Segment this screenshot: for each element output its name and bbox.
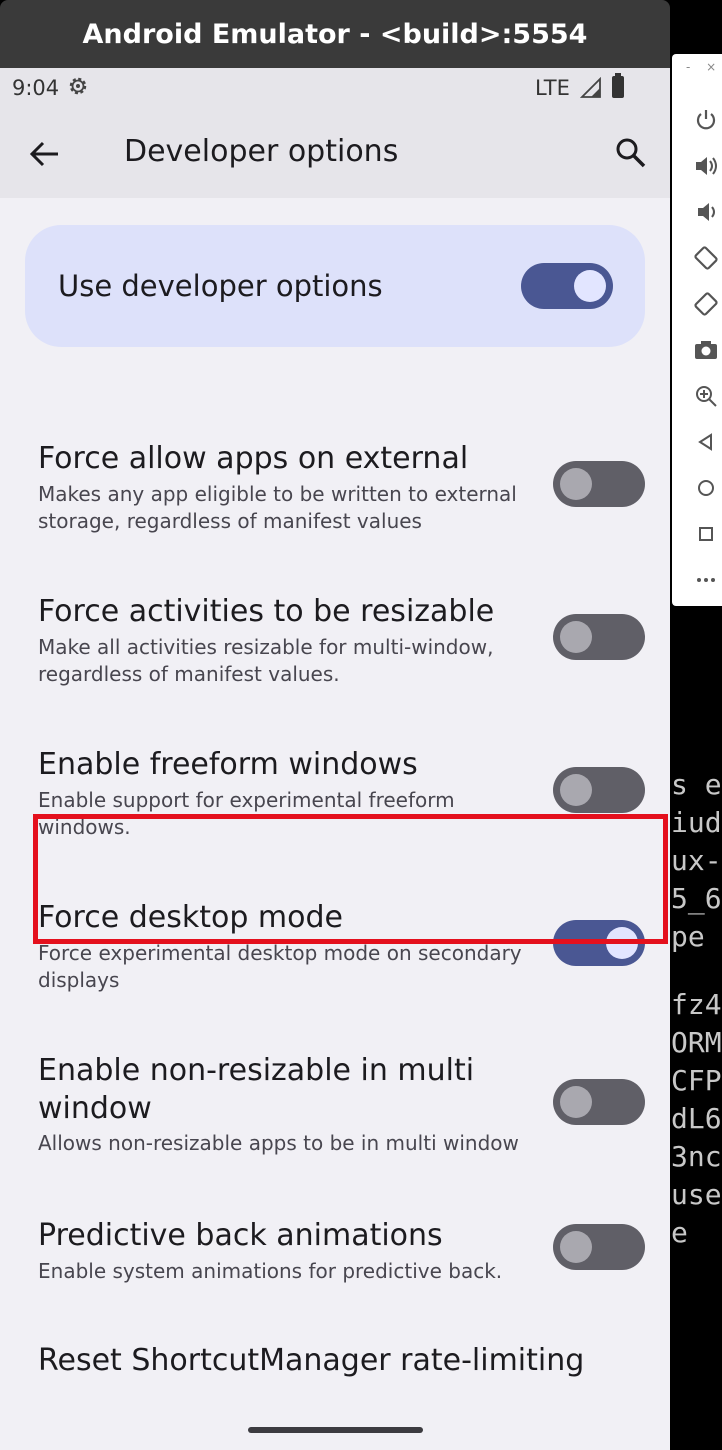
network-type: LTE: [535, 76, 570, 100]
switch-knob: [560, 621, 592, 653]
camera-icon[interactable]: [692, 336, 720, 364]
toggle-switch[interactable]: [553, 920, 645, 966]
switch-knob: [560, 468, 592, 500]
toggle-switch[interactable]: [553, 767, 645, 813]
terminal-line: 5_6: [671, 882, 722, 915]
use-developer-options-card[interactable]: Use developer options: [25, 225, 645, 347]
settings-gear-icon: [69, 77, 87, 95]
setting-subtitle: Enable support for experimental freeform…: [38, 788, 455, 839]
terminal-line: iud: [671, 806, 722, 839]
window-title: Android Emulator - <build>:5554: [82, 18, 588, 50]
switch-knob: [606, 927, 638, 959]
terminal-line: e: [671, 1216, 688, 1249]
toggle-switch[interactable]: [553, 1224, 645, 1270]
terminal-line: CFP: [671, 1064, 722, 1097]
master-toggle-switch[interactable]: [521, 263, 613, 309]
overview-square-icon[interactable]: [692, 520, 720, 548]
zoom-icon[interactable]: [692, 382, 720, 410]
switch-knob: [574, 270, 606, 302]
terminal-line: s e: [671, 768, 722, 801]
battery-icon: [612, 73, 624, 98]
home-circle-icon[interactable]: [692, 474, 720, 502]
window-controls[interactable]: - ×: [686, 60, 722, 76]
search-icon[interactable]: [613, 135, 649, 171]
setting-title: Enable non-resizable in multi window: [38, 1053, 475, 1126]
setting-subtitle: Makes any app eligible to be written to …: [38, 482, 517, 533]
setting-title: Force activities to be resizable: [38, 594, 495, 629]
emulator-side-toolbar: - ×: [672, 54, 722, 606]
setting-reset-shortcutmanager[interactable]: Reset ShortcutManager rate-limiting: [0, 1338, 670, 1388]
setting-force-allow-apps-external[interactable]: Force allow apps on external Makes any a…: [0, 436, 670, 546]
back-triangle-icon[interactable]: [692, 428, 720, 456]
terminal-line: 3nc: [671, 1140, 722, 1173]
rotate-left-icon[interactable]: [692, 244, 720, 272]
switch-knob: [560, 774, 592, 806]
setting-predictive-back-animations[interactable]: Predictive back animations Enable system…: [0, 1213, 670, 1303]
terminal-line: pe: [671, 920, 705, 953]
terminal-line: use: [671, 1178, 722, 1211]
terminal-line: ORM: [671, 1026, 722, 1059]
switch-knob: [560, 1231, 592, 1263]
toggle-switch[interactable]: [553, 614, 645, 660]
status-time: 9:04: [12, 76, 60, 100]
setting-subtitle: Allows non-resizable apps to be in multi…: [38, 1131, 519, 1155]
volume-up-icon[interactable]: [692, 152, 720, 180]
toggle-switch[interactable]: [553, 1079, 645, 1125]
setting-enable-non-resizable-multi-window[interactable]: Enable non-resizable in multi window All…: [0, 1048, 670, 1168]
setting-subtitle: Enable system animations for predictive …: [38, 1259, 503, 1283]
status-bar: 9:04 LTE: [0, 68, 670, 108]
setting-force-desktop-mode[interactable]: Force desktop mode Force experimental de…: [0, 895, 670, 1005]
volume-down-icon[interactable]: [692, 198, 720, 226]
gesture-nav-handle[interactable]: [248, 1427, 423, 1433]
phone-screen: 9:04 LTE Developer options Use developer…: [0, 68, 670, 1450]
terminal-line: dL6: [671, 1102, 722, 1135]
terminal-line: ux-: [671, 844, 722, 877]
setting-title: Force desktop mode: [38, 900, 343, 935]
setting-enable-freeform-windows[interactable]: Enable freeform windows Enable support f…: [0, 742, 670, 852]
master-switch-label: Use developer options: [58, 269, 383, 303]
terminal-background: s e iud ux- 5_6 pe fz4 ORM CFP dL6 3nc u…: [671, 606, 722, 1450]
signal-icon: [580, 77, 601, 98]
page-title: Developer options: [124, 134, 399, 169]
back-arrow-icon[interactable]: [28, 137, 62, 171]
rotate-right-icon[interactable]: [692, 290, 720, 318]
more-icon[interactable]: [692, 566, 720, 594]
toggle-switch[interactable]: [553, 461, 645, 507]
setting-title: Enable freeform windows: [38, 747, 418, 782]
setting-subtitle: Make all activities resizable for multi-…: [38, 635, 494, 686]
emulator-title-bar: Android Emulator - <build>:5554: [0, 0, 670, 68]
app-bar: Developer options: [0, 108, 670, 198]
setting-force-activities-resizable[interactable]: Force activities to be resizable Make al…: [0, 589, 670, 699]
setting-title: Force allow apps on external: [38, 441, 469, 476]
setting-title: Predictive back animations: [38, 1218, 443, 1253]
setting-title: Reset ShortcutManager rate-limiting: [38, 1343, 585, 1378]
setting-subtitle: Force experimental desktop mode on secon…: [38, 941, 522, 992]
switch-knob: [560, 1086, 592, 1118]
power-icon[interactable]: [692, 106, 720, 134]
terminal-line: fz4: [671, 988, 722, 1021]
